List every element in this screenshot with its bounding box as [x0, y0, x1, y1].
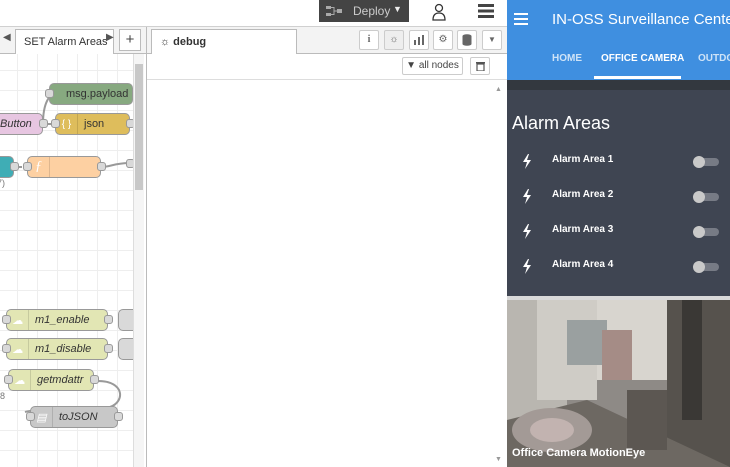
- alarm-area-3-toggle[interactable]: [693, 226, 719, 238]
- bolt-icon: [523, 259, 531, 274]
- node-input-port[interactable]: [2, 315, 11, 324]
- node-output-port[interactable]: [114, 412, 123, 421]
- switch-label: Alarm Area 1: [552, 154, 614, 165]
- node-status-label: 8: [0, 391, 6, 401]
- switch-row[interactable]: Alarm Area 3: [507, 218, 730, 246]
- bug-icon: ☼: [160, 36, 171, 48]
- clear-debug-button[interactable]: [470, 57, 490, 75]
- node-input-port[interactable]: [51, 119, 60, 128]
- node-function[interactable]: ƒ: [27, 156, 101, 178]
- node-output-port[interactable]: [104, 315, 113, 324]
- config-button[interactable]: ⚙: [433, 30, 453, 50]
- camera-image: [507, 300, 730, 467]
- node-input-port[interactable]: [2, 344, 11, 353]
- node-tojson[interactable]: ▤ toJSON: [30, 406, 118, 428]
- editor-header: Deploy ▼: [0, 0, 507, 27]
- deploy-icon: [326, 6, 342, 16]
- node-msg-payload[interactable]: msg.payload: [49, 83, 133, 105]
- scrollbar-thumb[interactable]: [135, 64, 143, 190]
- bolt-icon: [523, 224, 531, 239]
- menu-icon[interactable]: [478, 4, 494, 18]
- bolt-icon: [523, 154, 531, 169]
- caret-down-icon[interactable]: ▼: [393, 4, 402, 14]
- workspace-scrollbar[interactable]: [133, 54, 144, 467]
- deploy-button[interactable]: Deploy ▼: [319, 0, 409, 22]
- alarm-area-1-toggle[interactable]: [693, 156, 719, 168]
- alarm-area-4-toggle[interactable]: [693, 261, 719, 273]
- group-title: Alarm Areas: [512, 113, 611, 133]
- sidebar: ☼ debug i ☼ ⚙ ▼ ▼ all nodes ▲ ▼: [147, 27, 507, 467]
- dashboard-header: IN-OSS Surveillance Center HOME OFFICE C…: [507, 0, 730, 80]
- sidebar-tabs: ☼ debug i ☼ ⚙ ▼: [147, 27, 507, 54]
- tab-home[interactable]: HOME: [552, 53, 582, 64]
- node-m1-enable[interactable]: ☁ m1_enable: [6, 309, 108, 331]
- node-input-port[interactable]: [26, 412, 35, 421]
- node-output-port[interactable]: [97, 162, 106, 171]
- context-button[interactable]: [457, 30, 477, 50]
- scroll-down-icon[interactable]: ▼: [495, 456, 502, 463]
- node-button[interactable]: Button: [0, 113, 43, 135]
- node-m1-disable[interactable]: ☁ m1_disable: [6, 338, 108, 360]
- switch-row[interactable]: Alarm Area 2: [507, 183, 730, 211]
- dashboard-title: IN-OSS Surveillance Center: [552, 11, 730, 28]
- deploy-label: Deploy: [353, 4, 391, 18]
- node-getmdattr[interactable]: ☁ getmdattr: [8, 369, 94, 391]
- switch-label: Alarm Area 4: [552, 259, 614, 270]
- bolt-icon: [523, 189, 531, 204]
- debug-messages[interactable]: [147, 81, 507, 467]
- switch-label: Alarm Area 2: [552, 189, 614, 200]
- tab-office-camera[interactable]: OFFICE CAMERA: [601, 53, 684, 64]
- header-shadow: [507, 80, 730, 90]
- dashboard-button[interactable]: [409, 30, 429, 50]
- node-status-label: 7): [0, 178, 6, 188]
- filter-all-nodes-button[interactable]: ▼ all nodes: [402, 57, 463, 75]
- node-input-port[interactable]: [23, 162, 32, 171]
- node-output-port[interactable]: [10, 162, 19, 171]
- user-icon[interactable]: [431, 3, 447, 21]
- switch-row[interactable]: Alarm Area 4: [507, 253, 730, 281]
- node-input-port[interactable]: [45, 89, 54, 98]
- filter-label: all nodes: [418, 60, 459, 71]
- node-input-port[interactable]: [4, 375, 13, 384]
- tab-debug[interactable]: ☼ debug: [151, 29, 297, 54]
- switch-label: Alarm Area 3: [552, 224, 614, 235]
- debug-button[interactable]: ☼: [384, 30, 404, 50]
- camera-card: Office Camera MotionEye: [507, 296, 730, 467]
- node-output-port[interactable]: [90, 375, 99, 384]
- bar-chart-icon: [414, 35, 424, 45]
- switch-row[interactable]: Alarm Area 1: [507, 148, 730, 176]
- alarm-area-2-toggle[interactable]: [693, 191, 719, 203]
- node-json[interactable]: { } json: [55, 113, 130, 135]
- node-output-port[interactable]: [39, 119, 48, 128]
- active-tab-indicator: [594, 76, 681, 79]
- node-output-port[interactable]: [104, 344, 113, 353]
- scroll-up-icon[interactable]: ▲: [495, 86, 502, 93]
- app-root: Deploy ▼ ◀ SET Alarm Areas ▶ + msg.paylo…: [0, 0, 730, 467]
- flow-workspace: ◀ SET Alarm Areas ▶ + msg.payload Button…: [0, 27, 147, 467]
- camera-caption: Office Camera MotionEye: [512, 447, 646, 459]
- database-icon: [462, 34, 472, 46]
- debug-tab-label: debug: [173, 36, 207, 48]
- trash-icon: [475, 62, 485, 72]
- dashboard: IN-OSS Surveillance Center HOME OFFICE C…: [507, 0, 730, 467]
- more-button[interactable]: ▼: [482, 30, 502, 50]
- info-button[interactable]: i: [359, 30, 379, 50]
- filter-icon: ▼: [406, 60, 417, 71]
- tab-outdoor[interactable]: OUTDO: [698, 53, 730, 64]
- hamburger-menu-icon[interactable]: [514, 13, 528, 25]
